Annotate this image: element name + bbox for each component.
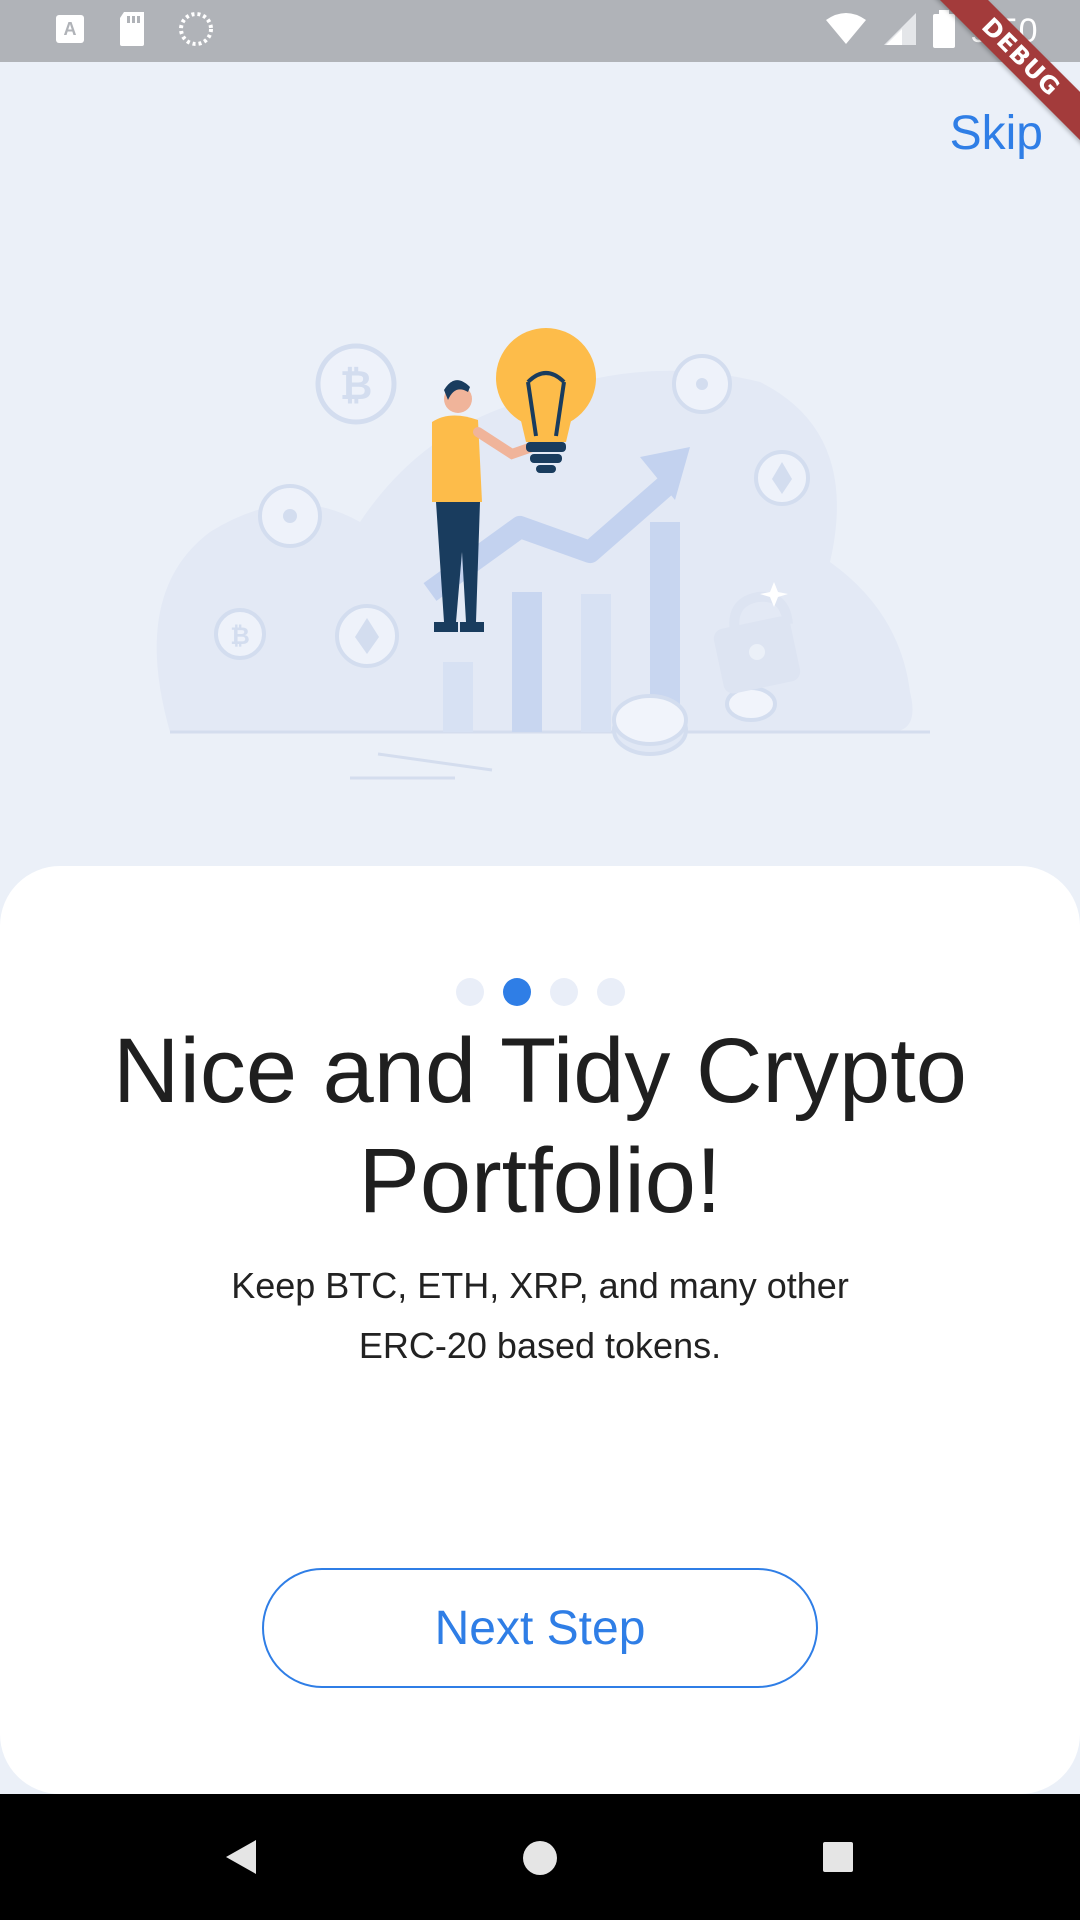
system-navigation-bar <box>0 1794 1080 1920</box>
coin-stack-icon <box>612 694 688 756</box>
page-indicator <box>0 978 1080 1006</box>
ethereum-coin-icon-2 <box>335 604 399 668</box>
onboarding-subtitle: Keep BTC, ETH, XRP, and many other ERC-2… <box>231 1265 849 1366</box>
skip-button[interactable]: Skip <box>950 106 1043 161</box>
next-step-label: Next Step <box>434 1601 646 1655</box>
onboarding-card: Nice and Tidy Crypto Portfolio! Keep BTC… <box>0 866 1080 1794</box>
page-dot-3[interactable] <box>549 978 578 1006</box>
page-dot-2-active[interactable] <box>502 978 531 1006</box>
home-icon[interactable] <box>522 1840 558 1881</box>
loading-icon <box>178 11 214 52</box>
onboarding-screen: Skip ₿ ₿ Nice and Tidy Crypto Portfolio!… <box>0 62 1080 1794</box>
ethereum-coin-icon <box>754 450 810 506</box>
sd-card-icon <box>116 10 148 53</box>
page-dot-4[interactable] <box>596 978 625 1006</box>
text-notification-icon: A <box>54 13 86 50</box>
recents-icon[interactable] <box>822 1841 854 1878</box>
crypto-growth-illustration: ₿ ₿ <box>156 328 930 780</box>
wifi-icon <box>824 12 868 51</box>
svg-text:A: A <box>64 19 77 39</box>
svg-text:₿: ₿ <box>340 363 373 409</box>
onboarding-title: Nice and Tidy Crypto Portfolio! <box>113 1020 967 1232</box>
cell-signal-icon <box>882 11 918 52</box>
status-bar: A 9:50 <box>0 0 1080 62</box>
page-dot-1[interactable] <box>455 978 484 1006</box>
next-step-button[interactable]: Next Step <box>262 1568 818 1688</box>
back-icon[interactable] <box>224 1838 258 1881</box>
bitcoin-coin-icon: ₿ <box>315 343 397 425</box>
xrp-coin-icon <box>672 354 732 414</box>
bitcoin-coin-icon-2: ₿ <box>214 608 266 660</box>
xrp-coin-icon-2 <box>258 484 322 548</box>
battery-icon <box>932 9 956 54</box>
svg-text:₿: ₿ <box>230 622 250 650</box>
